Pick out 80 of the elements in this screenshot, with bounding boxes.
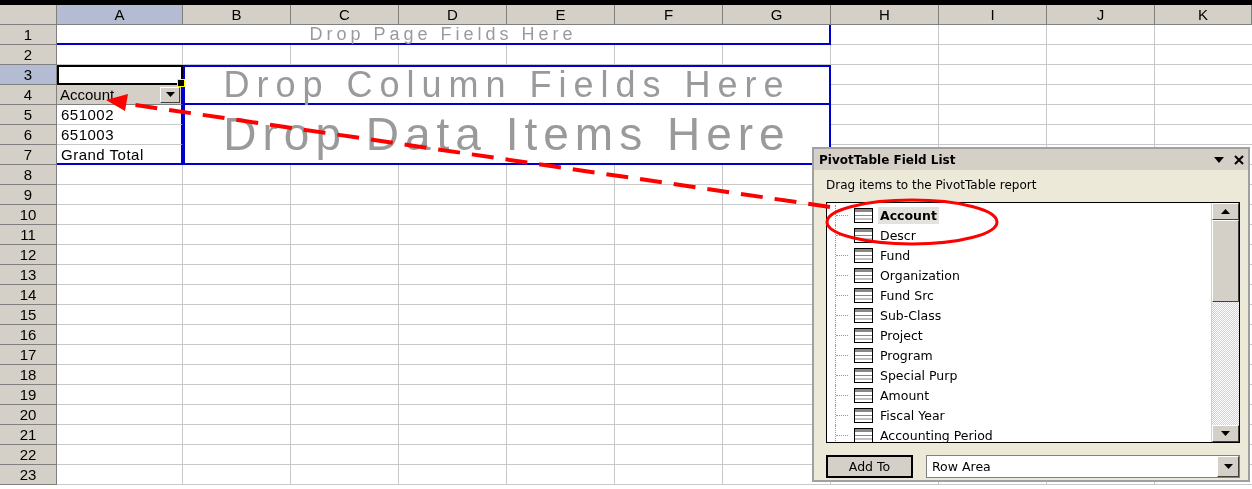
field-item[interactable]: Project [878,326,925,344]
scroll-down-button[interactable] [1212,425,1239,442]
field-icon [854,307,873,323]
field-icon [854,367,873,383]
row-header[interactable]: 6 [0,125,57,145]
field-icon [854,387,873,403]
fill-handle[interactable] [177,79,185,87]
caret-icon [1223,464,1233,469]
field-icon [854,287,873,303]
column-header[interactable]: K [1155,5,1252,25]
row-header[interactable]: 14 [0,285,57,305]
column-header[interactable]: C [291,5,399,25]
field-item[interactable]: Amount [878,386,932,404]
column-header[interactable]: I [939,5,1047,25]
row-header[interactable]: 9 [0,185,57,205]
row-header[interactable]: 2 [0,45,57,65]
row-header[interactable]: 15 [0,305,57,325]
scroll-thumb[interactable] [1212,220,1239,302]
row-header[interactable]: 17 [0,345,57,365]
scroll-up-button[interactable] [1212,203,1239,220]
field-icon [854,347,873,363]
row-header[interactable]: 13 [0,265,57,285]
field-item[interactable]: Special Purp [878,366,960,384]
area-dropdown[interactable]: Row Area [926,455,1240,478]
row-header[interactable]: 20 [0,405,57,425]
up-arrow-icon [1221,209,1230,214]
row-header[interactable]: 19 [0,385,57,405]
down-arrow-icon [1221,431,1230,436]
dropdown-icon[interactable] [1214,156,1224,163]
column-header[interactable]: A [57,5,183,25]
vertical-scrollbar[interactable] [1211,203,1239,442]
table-cell: Grand Total [57,145,183,165]
field-item[interactable]: Fiscal Year [878,406,947,424]
field-icon [854,247,873,263]
close-icon[interactable] [1234,154,1244,165]
row-header[interactable]: 1 [0,25,57,45]
row-header[interactable]: 18 [0,365,57,385]
field-icon [854,207,873,223]
column-header[interactable]: F [615,5,723,25]
row-header[interactable]: 16 [0,325,57,345]
row-header[interactable]: 8 [0,165,57,185]
row-header[interactable]: 21 [0,425,57,445]
column-header[interactable]: D [399,5,507,25]
column-header[interactable]: J [1047,5,1155,25]
field-item[interactable]: Accounting Period [878,426,995,442]
row-field-button[interactable]: Account [57,85,183,105]
row-header[interactable]: 7 [0,145,57,165]
row-header[interactable]: 23 [0,465,57,485]
field-item[interactable]: Descr [878,226,918,244]
column-header[interactable]: G [723,5,831,25]
field-item[interactable]: Organization [878,266,962,284]
panel-title: PivotTable Field List [819,152,956,167]
row-header[interactable]: 4 [0,85,57,105]
column-header[interactable]: B [183,5,291,25]
column-header[interactable]: H [831,5,939,25]
area-dropdown-value: Row Area [931,459,992,474]
field-item[interactable]: Fund Src [878,286,936,304]
caret-icon [165,92,175,97]
active-cell[interactable] [57,65,183,85]
field-item[interactable]: Sub-Class [878,306,944,324]
field-icon [854,407,873,423]
row-header[interactable]: 12 [0,245,57,265]
field-icon [854,327,873,343]
field-item[interactable]: Fund [878,246,913,264]
column-header[interactable]: E [507,5,615,25]
field-item[interactable]: Program [878,346,935,364]
column-fields-drop-zone: Drop Column Fields Here [183,65,831,105]
row-header[interactable]: 10 [0,205,57,225]
add-to-button[interactable]: Add To [826,455,913,478]
row-header[interactable]: 11 [0,225,57,245]
row-header[interactable]: 3 [0,65,57,85]
select-all-button[interactable] [0,5,57,25]
instruction-text: Drag items to the PivotTable report [826,178,1037,192]
row-header[interactable]: 22 [0,445,57,465]
page-fields-drop-zone: Drop Page Fields Here [57,25,831,45]
field-icon [854,267,873,283]
field-item[interactable]: Account [878,206,939,224]
row-header[interactable]: 5 [0,105,57,125]
dropdown-button[interactable] [1217,456,1239,477]
dropdown-button[interactable] [160,86,180,103]
